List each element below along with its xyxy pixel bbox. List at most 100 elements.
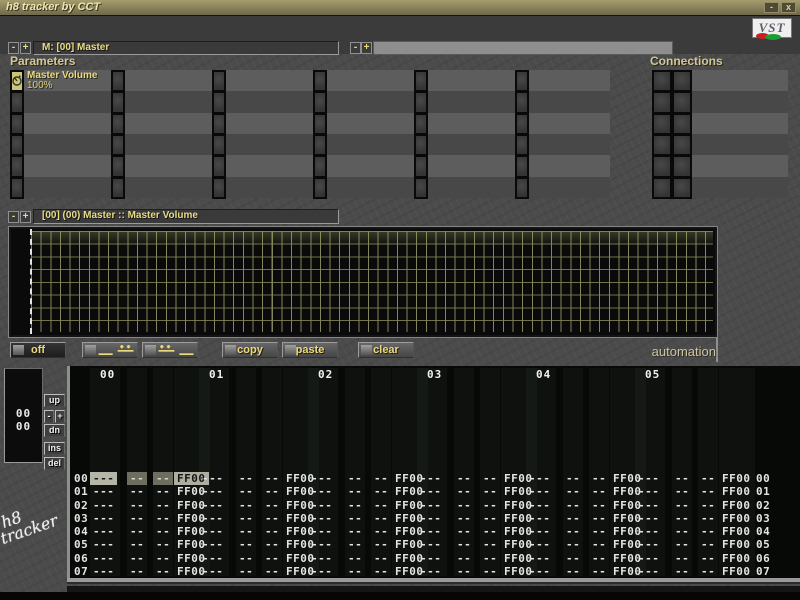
knob-slot[interactable] — [212, 177, 226, 199]
automation-minus-button[interactable]: - — [8, 211, 19, 223]
note-field[interactable]: --- — [420, 565, 441, 578]
param2-field[interactable]: -- — [156, 565, 170, 578]
param2-field[interactable]: -- — [701, 565, 715, 578]
knob-slot[interactable] — [10, 155, 24, 177]
knob-slot[interactable] — [313, 91, 327, 113]
note-field[interactable]: --- — [93, 485, 114, 498]
note-field[interactable]: --- — [529, 525, 550, 538]
row-down-button[interactable]: dn — [44, 424, 65, 437]
pattern-minus-button[interactable]: - — [44, 410, 54, 423]
param1-field[interactable]: -- — [348, 499, 362, 512]
param1-field[interactable]: -- — [239, 472, 253, 485]
note-field[interactable]: --- — [638, 472, 659, 485]
param1-field[interactable]: -- — [675, 512, 689, 525]
note-field[interactable]: --- — [638, 485, 659, 498]
param2-field[interactable]: -- — [374, 538, 388, 551]
effect-field[interactable]: FF00 — [722, 472, 751, 485]
param2-field[interactable]: -- — [374, 525, 388, 538]
param2-field[interactable]: -- — [156, 499, 170, 512]
param2-field[interactable]: -- — [265, 552, 279, 565]
knob-slot[interactable] — [313, 70, 327, 92]
note-field[interactable]: --- — [202, 499, 223, 512]
param2-field[interactable]: -- — [265, 472, 279, 485]
param2-field[interactable]: -- — [701, 499, 715, 512]
param2-field[interactable]: -- — [483, 525, 497, 538]
knob-slot[interactable] — [672, 70, 692, 92]
param1-field[interactable]: -- — [130, 552, 144, 565]
param2-field[interactable]: -- — [592, 565, 606, 578]
param1-field[interactable]: -- — [348, 485, 362, 498]
row-up-button[interactable]: up — [44, 394, 65, 407]
chain-minus-button[interactable]: - — [350, 42, 361, 54]
master-plus-button[interactable]: + — [20, 42, 31, 54]
param1-field[interactable]: -- — [457, 499, 471, 512]
param2-field[interactable]: -- — [156, 512, 170, 525]
knob-slot[interactable] — [111, 113, 125, 135]
note-field[interactable]: --- — [202, 538, 223, 551]
note-field[interactable]: --- — [311, 485, 332, 498]
param1-field[interactable]: -- — [457, 552, 471, 565]
param1-field[interactable]: -- — [675, 538, 689, 551]
param2-field[interactable]: -- — [592, 512, 606, 525]
param1-field[interactable]: -- — [239, 485, 253, 498]
knob-slot[interactable] — [672, 155, 692, 177]
knob-slot[interactable] — [414, 155, 428, 177]
param1-field[interactable]: -- — [675, 499, 689, 512]
knob-slot[interactable] — [652, 155, 672, 177]
param1-field[interactable]: -- — [675, 472, 689, 485]
param2-field[interactable]: -- — [153, 472, 173, 485]
note-field[interactable]: --- — [311, 499, 332, 512]
master-selector-field[interactable]: M: [00] Master — [33, 41, 339, 55]
knob-slot[interactable] — [212, 70, 226, 92]
note-field[interactable]: --- — [202, 485, 223, 498]
param2-field[interactable]: -- — [265, 525, 279, 538]
automation-off-button[interactable]: off — [10, 342, 66, 358]
note-field[interactable]: --- — [93, 512, 114, 525]
param2-field[interactable]: -- — [265, 538, 279, 551]
param2-field[interactable]: -- — [156, 525, 170, 538]
knob-slot[interactable] — [672, 91, 692, 113]
knob-slot[interactable] — [414, 70, 428, 92]
param2-field[interactable]: -- — [265, 512, 279, 525]
insert-button[interactable]: ins — [44, 442, 65, 455]
note-field[interactable]: --- — [638, 552, 659, 565]
param2-field[interactable]: -- — [483, 472, 497, 485]
param1-field[interactable]: -- — [457, 565, 471, 578]
param2-field[interactable]: -- — [592, 525, 606, 538]
automation-plus-button[interactable]: + — [20, 211, 31, 223]
param2-field[interactable]: -- — [592, 552, 606, 565]
param1-field[interactable]: -- — [348, 552, 362, 565]
param1-field[interactable]: -- — [566, 472, 580, 485]
param2-field[interactable]: -- — [265, 499, 279, 512]
param2-field[interactable]: -- — [701, 538, 715, 551]
note-field[interactable]: --- — [90, 472, 117, 485]
note-field[interactable]: --- — [93, 565, 114, 578]
knob-slot[interactable] — [652, 134, 672, 156]
knob-slot[interactable] — [111, 91, 125, 113]
param2-field[interactable]: -- — [374, 552, 388, 565]
knob-slot[interactable] — [10, 91, 24, 113]
knob-slot[interactable] — [111, 70, 125, 92]
param1-field[interactable]: -- — [239, 552, 253, 565]
minimize-button[interactable]: - — [764, 2, 779, 13]
param2-field[interactable]: -- — [701, 552, 715, 565]
knob-slot[interactable] — [10, 134, 24, 156]
chain-selector-field[interactable] — [373, 41, 673, 55]
note-field[interactable]: --- — [202, 512, 223, 525]
slide-up-button[interactable] — [82, 342, 138, 358]
param1-field[interactable]: -- — [239, 512, 253, 525]
note-field[interactable]: --- — [202, 472, 223, 485]
param1-field[interactable]: -- — [239, 565, 253, 578]
note-field[interactable]: --- — [420, 485, 441, 498]
copy-button[interactable]: copy — [222, 342, 278, 358]
note-field[interactable]: --- — [529, 512, 550, 525]
note-field[interactable]: --- — [420, 552, 441, 565]
knob-slot[interactable] — [212, 134, 226, 156]
note-field[interactable]: --- — [529, 485, 550, 498]
param1-field[interactable]: -- — [348, 472, 362, 485]
param1-field[interactable]: -- — [239, 525, 253, 538]
knob-slot[interactable] — [313, 177, 327, 199]
param2-field[interactable]: -- — [374, 565, 388, 578]
note-field[interactable]: --- — [420, 525, 441, 538]
param1-field[interactable]: -- — [675, 485, 689, 498]
